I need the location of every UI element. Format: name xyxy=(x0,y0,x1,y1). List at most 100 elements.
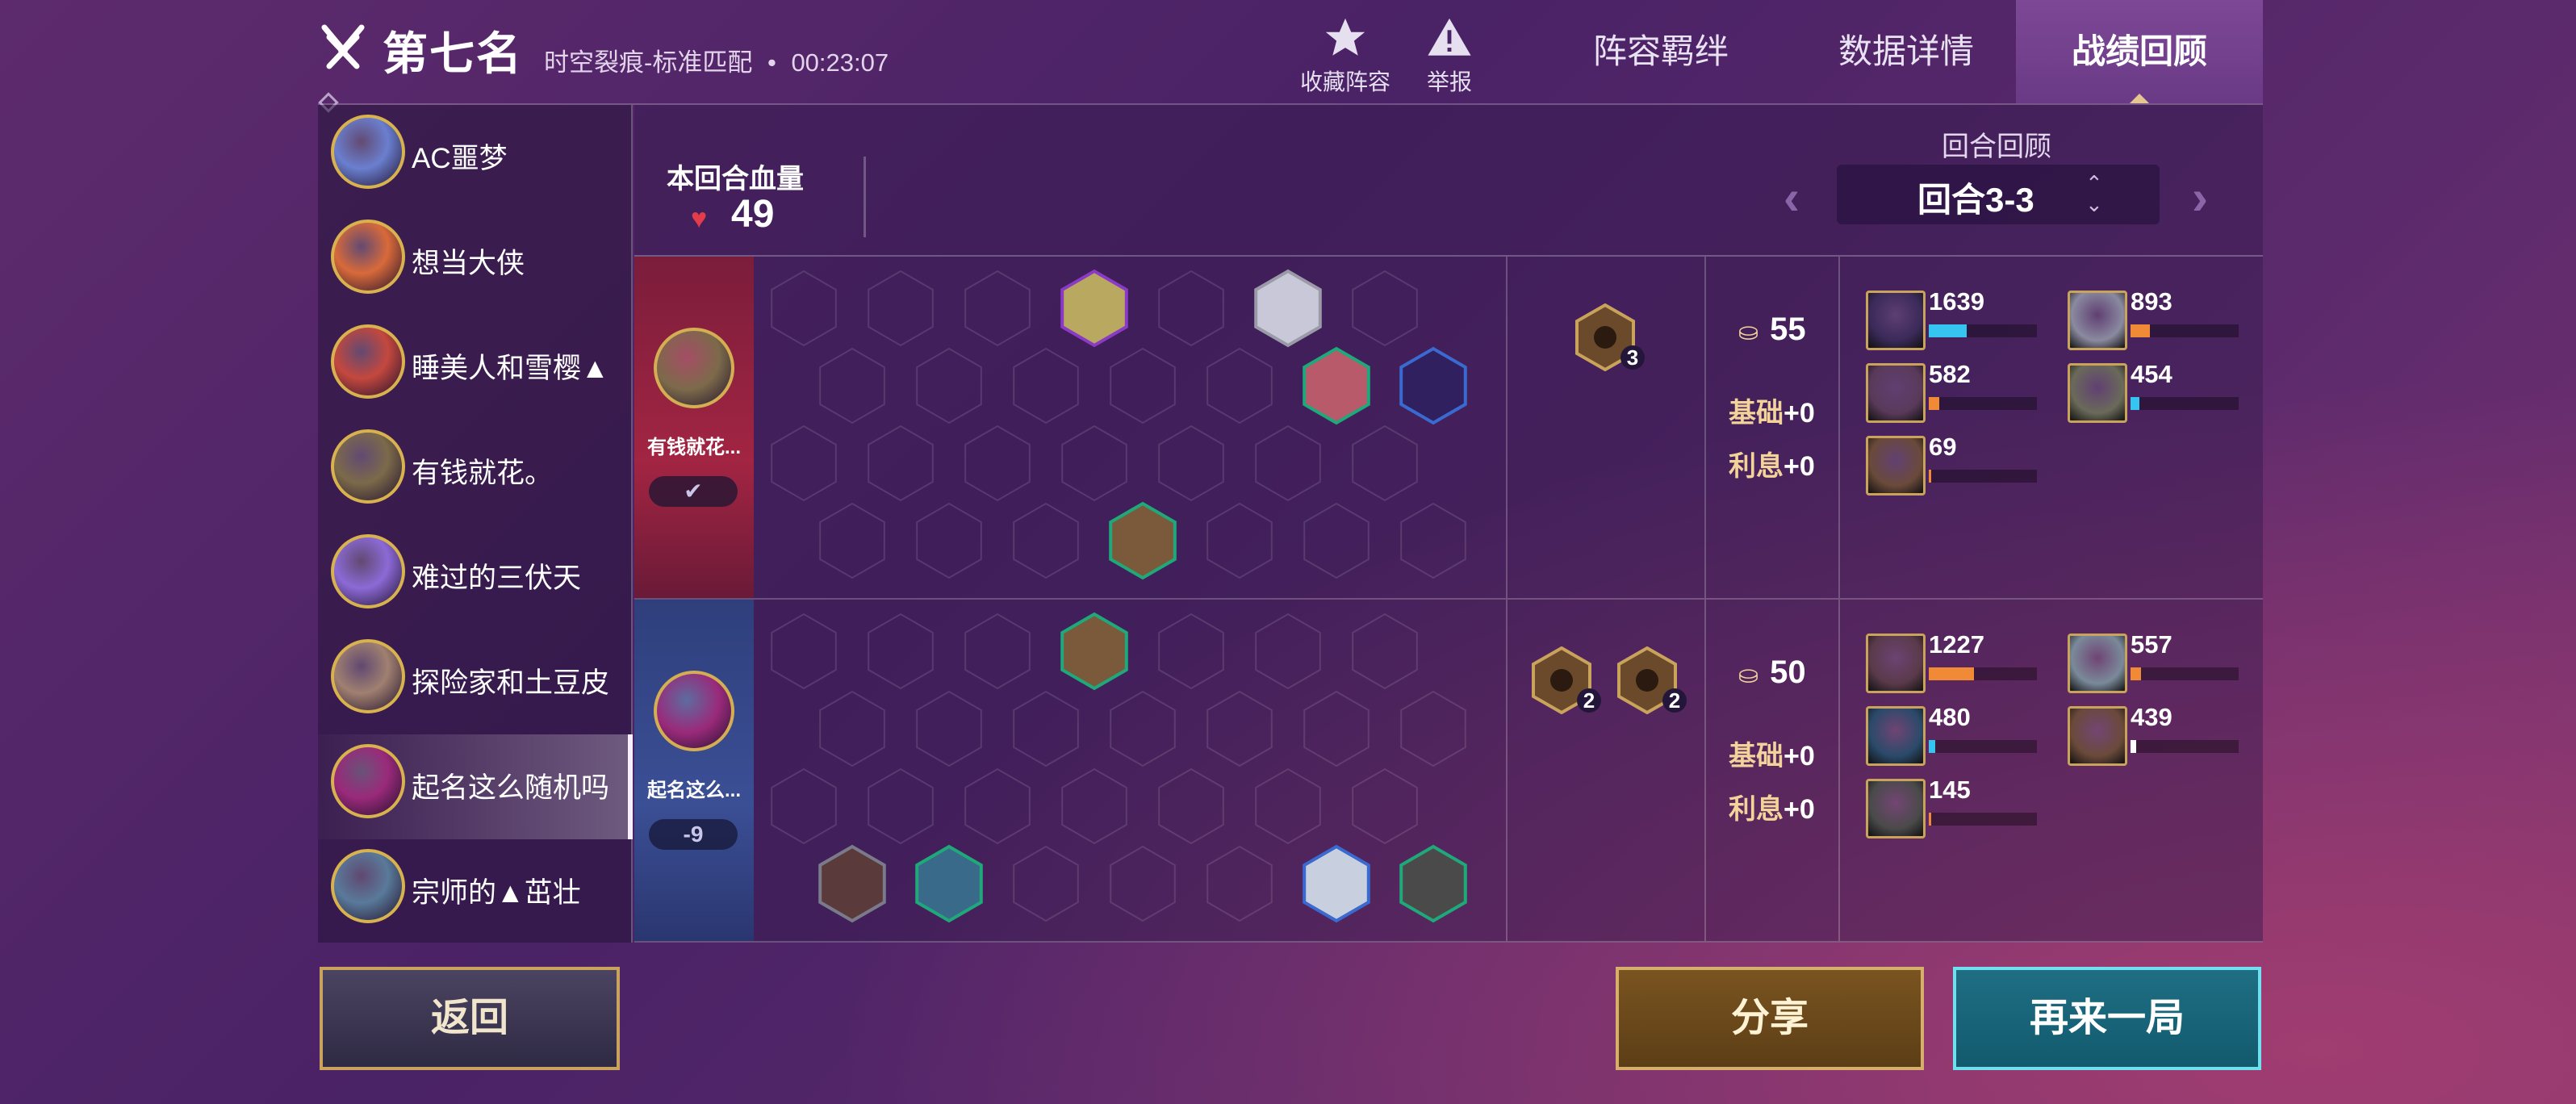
champion-portrait xyxy=(1866,436,1926,496)
board-hex xyxy=(1400,690,1466,767)
damage-bar xyxy=(2131,667,2239,680)
damage-value: 145 xyxy=(1929,776,1971,804)
unit-stat[interactable]: 582 xyxy=(1866,360,2043,423)
champion-unit[interactable] xyxy=(1303,844,1370,923)
damage-value: 439 xyxy=(2131,703,2172,731)
trait-badge[interactable]: 2 xyxy=(1532,646,1601,715)
unit-stat[interactable]: 69 xyxy=(1866,433,2043,496)
unit-stat[interactable]: 480 xyxy=(1866,703,2043,766)
champion-unit[interactable] xyxy=(1060,612,1128,691)
champion-unit[interactable] xyxy=(1399,844,1467,923)
champion-unit[interactable] xyxy=(818,844,886,923)
play-again-button[interactable]: 再来一局 xyxy=(1953,967,2261,1070)
unit-stat[interactable]: 145 xyxy=(1866,776,2043,838)
damage-bar xyxy=(1929,324,2037,337)
board-hex xyxy=(916,347,982,424)
board-hex xyxy=(1352,270,1418,347)
hp-value: 49 xyxy=(731,193,775,236)
trait-badge[interactable]: 2 xyxy=(1617,646,1687,715)
report-button[interactable]: 举报 xyxy=(1401,15,1498,95)
round-selector[interactable]: 回合3-3 ⌃ ⌄ xyxy=(1837,165,2160,224)
player-item[interactable]: 睡美人和雪樱▲ xyxy=(318,315,633,420)
player-item[interactable]: 想当大侠 xyxy=(318,210,633,315)
unit-stat[interactable]: 1639 xyxy=(1866,287,2043,350)
player-item[interactable]: 起名这么随机吗 xyxy=(318,734,633,839)
board-hex xyxy=(1400,502,1466,579)
board-hex xyxy=(964,767,1031,845)
player-item[interactable]: 探险家和土豆皮 xyxy=(318,629,633,734)
avatar xyxy=(654,671,734,751)
champion-unit[interactable] xyxy=(1254,269,1322,348)
player-item[interactable]: 宗师的▲茁壮 xyxy=(318,839,633,944)
board-hex xyxy=(1352,424,1418,502)
unit-stat[interactable]: 454 xyxy=(2068,360,2245,423)
player-name: 起名这么随机吗 xyxy=(412,772,610,804)
base-income: 基础+0 xyxy=(1729,741,1815,772)
base-income: 基础+0 xyxy=(1729,398,1815,429)
board-hex xyxy=(1352,767,1418,845)
prev-round-arrow[interactable]: ‹ xyxy=(1784,169,1800,225)
unit-stat[interactable]: 557 xyxy=(2068,630,2245,693)
player-name: 难过的三伏天 xyxy=(412,562,582,594)
champion-unit[interactable] xyxy=(1109,501,1177,580)
damage-bar xyxy=(2131,397,2239,410)
board-hex xyxy=(1013,690,1079,767)
row-player-card: 起名这么... -9 xyxy=(634,600,754,941)
gold-amount: ⛀ 50 xyxy=(1738,654,1806,690)
champion-unit[interactable] xyxy=(915,844,983,923)
player-item[interactable]: 有钱就花。 xyxy=(318,420,633,525)
board-hex xyxy=(1110,845,1176,922)
round-review-label: 回合回顾 xyxy=(1942,132,2051,162)
champion-unit[interactable] xyxy=(1399,346,1467,425)
champion-unit[interactable] xyxy=(1060,269,1128,348)
board-hex xyxy=(868,424,934,502)
player-name: AC噩梦 xyxy=(412,143,508,174)
row-player-card: 有钱就花... ✔ xyxy=(634,257,754,598)
champion-portrait xyxy=(1866,634,1926,693)
champion-portrait xyxy=(2068,363,2127,423)
damage-value: 893 xyxy=(2131,287,2172,316)
save-lineup-button[interactable]: 收藏阵容 xyxy=(1293,15,1398,95)
board-hex xyxy=(1352,613,1418,690)
board-hex xyxy=(1013,845,1079,922)
unit-stat[interactable]: 893 xyxy=(2068,287,2245,350)
board-hex xyxy=(916,502,982,579)
trait-badge[interactable]: 3 xyxy=(1575,303,1645,372)
tab-match-review[interactable]: 战绩回顾 xyxy=(2016,0,2263,103)
trait-count: 3 xyxy=(1620,345,1645,370)
board-hex xyxy=(1013,502,1079,579)
share-button[interactable]: 分享 xyxy=(1616,967,1924,1070)
board-hex xyxy=(1061,424,1127,502)
board-hex xyxy=(868,767,934,845)
tab-traits[interactable]: 阵容羁绊 xyxy=(1538,0,1784,103)
board-hex xyxy=(1158,270,1224,347)
avatar xyxy=(331,639,405,713)
board-hex xyxy=(1158,767,1224,845)
damage-value: 582 xyxy=(1929,360,1971,388)
star-icon xyxy=(1325,18,1365,56)
board-hex xyxy=(1013,347,1079,424)
board-hex xyxy=(964,613,1031,690)
damage-bar xyxy=(2131,740,2239,753)
avatar xyxy=(331,115,405,189)
board-hex xyxy=(1110,347,1176,424)
champion-unit[interactable] xyxy=(1303,346,1370,425)
round-selector-value: 回合3-3 xyxy=(1917,181,2034,219)
back-button[interactable]: 返回 xyxy=(320,967,620,1070)
avatar xyxy=(331,220,405,294)
champion-portrait xyxy=(1866,706,1926,766)
unit-stat[interactable]: 1227 xyxy=(1866,630,2043,693)
player-round-row: 有钱就花... ✔ 3 ⛀ 55 基础+0 利息+0 1639 893 582 454 69 xyxy=(634,257,2263,600)
player-item[interactable]: AC噩梦 xyxy=(318,105,633,210)
player-item[interactable]: 难过的三伏天 xyxy=(318,525,633,629)
tab-data-details[interactable]: 数据详情 xyxy=(1784,0,2029,103)
unit-stat[interactable]: 439 xyxy=(2068,703,2245,766)
avatar xyxy=(331,744,405,818)
warning-icon xyxy=(1428,18,1471,56)
damage-value: 480 xyxy=(1929,703,1971,731)
damage-value: 69 xyxy=(1929,433,1957,461)
row-player-name: 有钱就花... xyxy=(646,437,741,458)
board-hex xyxy=(1110,690,1176,767)
board-hex xyxy=(916,690,982,767)
next-round-arrow[interactable]: › xyxy=(2192,169,2208,225)
